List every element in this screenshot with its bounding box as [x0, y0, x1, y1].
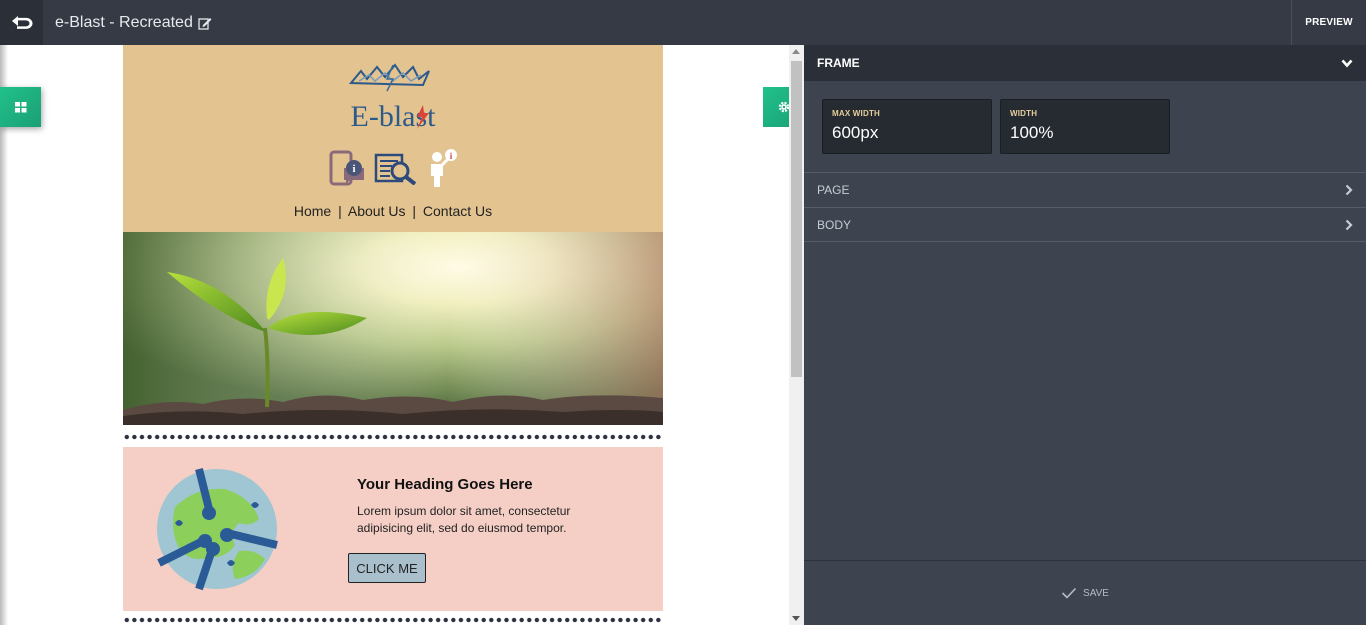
chevron-right-icon	[1345, 184, 1353, 196]
document-title-text: e-Blast - Recreated	[55, 14, 193, 31]
width-input[interactable]	[1010, 123, 1160, 143]
email-nav: Home | About Us | Contact Us	[123, 203, 663, 219]
max-width-input[interactable]	[832, 123, 982, 143]
canvas-scrollbar[interactable]	[789, 45, 804, 625]
width-label: WIDTH	[1010, 109, 1038, 118]
max-width-field[interactable]: MAX WIDTH	[822, 99, 992, 154]
blocks-panel-toggle[interactable]	[0, 87, 41, 127]
dotted-divider	[123, 617, 663, 623]
top-bar: e-Blast - Recreated PREVIEW	[0, 0, 1366, 45]
grid-icon	[14, 101, 26, 112]
gear-icon	[778, 101, 789, 113]
promo-block[interactable]: Your Heading Goes Here Lorem ipsum dolor…	[123, 447, 663, 611]
settings-panel: FRAME MAX WIDTH WIDTH PAGE BODY SAVE	[804, 45, 1366, 625]
frame-section-header[interactable]: FRAME	[804, 45, 1366, 81]
promo-heading: Your Heading Goes Here	[357, 476, 533, 493]
nav-link-home[interactable]: Home	[294, 203, 331, 219]
email-preview: E-blast i i Home | About Us | Contact Us…	[123, 45, 663, 625]
header-icons: i i	[328, 148, 458, 188]
document-title[interactable]: e-Blast - Recreated	[55, 0, 212, 45]
editor-canvas: E-blast i i Home | About Us | Contact Us…	[0, 45, 804, 625]
max-width-label: MAX WIDTH	[832, 109, 881, 118]
page-section-label: PAGE	[817, 183, 850, 197]
save-label: SAVE	[1083, 587, 1109, 599]
nav-separator: |	[412, 203, 416, 219]
frame-section-label: FRAME	[817, 56, 860, 70]
panel-footer: SAVE	[804, 560, 1366, 625]
email-header[interactable]: E-blast i i Home | About Us | Contact Us	[123, 45, 663, 232]
undo-arrow-icon	[11, 15, 32, 29]
body-section-header[interactable]: BODY	[804, 207, 1366, 242]
nav-link-about[interactable]: About Us	[348, 203, 406, 219]
save-button[interactable]: SAVE	[1061, 587, 1109, 599]
scroll-up-arrow-icon[interactable]	[792, 49, 800, 54]
promo-text: Lorem ipsum dolor sit amet, consectetur …	[357, 504, 571, 535]
sprout-image	[123, 232, 663, 425]
globe-hands-icon	[157, 468, 278, 591]
scroll-thumb[interactable]	[791, 61, 802, 377]
page-section-header[interactable]: PAGE	[804, 172, 1366, 207]
nav-link-contact[interactable]: Contact Us	[423, 203, 492, 219]
preview-button[interactable]: PREVIEW	[1291, 0, 1366, 45]
edit-icon[interactable]	[198, 16, 212, 30]
checkmark-icon	[1061, 587, 1077, 599]
scroll-down-arrow-icon[interactable]	[792, 616, 800, 621]
body-section-label: BODY	[817, 217, 852, 232]
person-info-icon: i	[431, 149, 457, 187]
left-shadow	[0, 45, 8, 625]
chevron-down-icon	[1341, 59, 1353, 67]
chevron-right-icon	[1345, 219, 1353, 230]
width-field[interactable]: WIDTH	[1000, 99, 1170, 154]
phone-info-icon: i	[329, 150, 364, 186]
back-button[interactable]	[0, 0, 43, 45]
hero-image[interactable]	[123, 232, 663, 425]
eblast-logo: E-blast	[348, 63, 436, 133]
svg-text:i: i	[352, 163, 355, 175]
click-me-button[interactable]: CLICK ME	[348, 553, 426, 583]
document-search-icon	[374, 153, 417, 185]
nav-separator: |	[338, 203, 342, 219]
dotted-divider	[123, 434, 663, 440]
